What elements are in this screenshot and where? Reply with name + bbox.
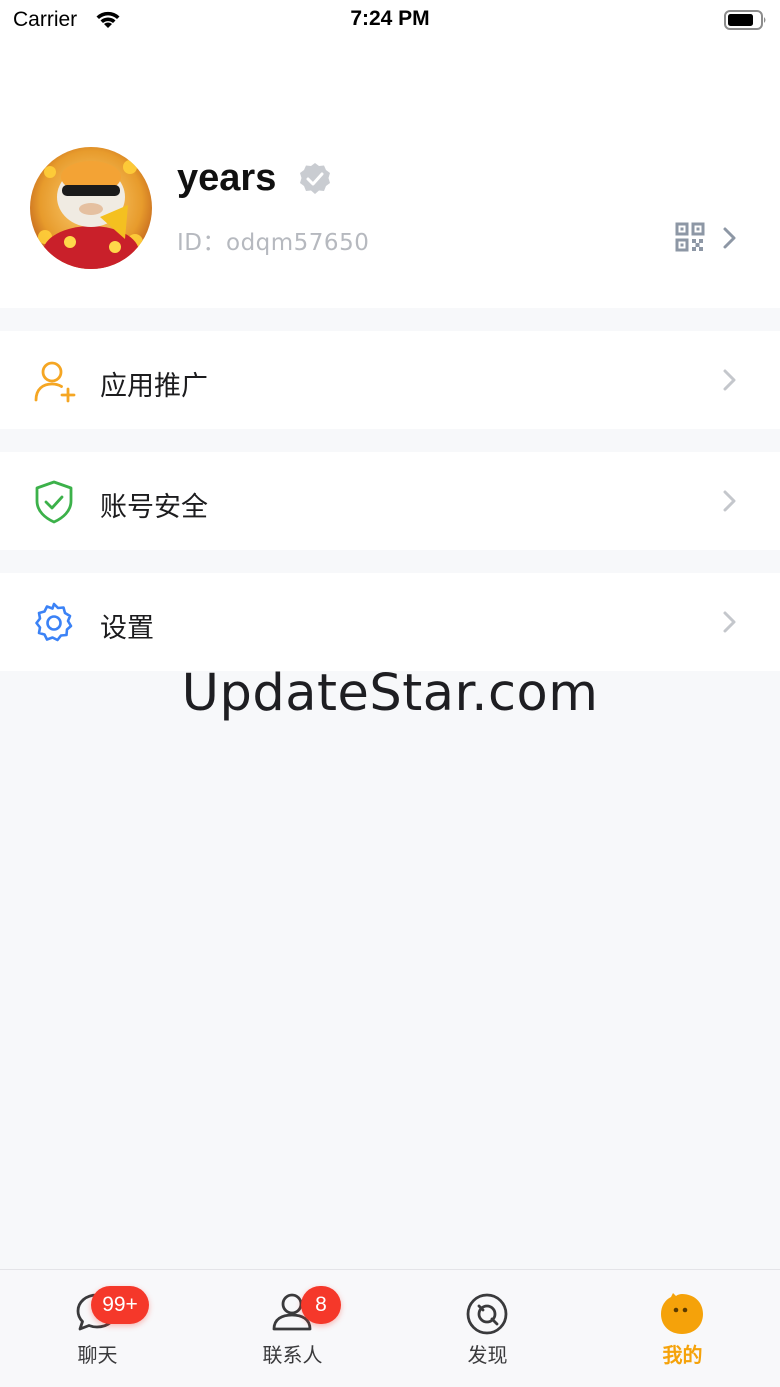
unread-badge: 99+ [91, 1286, 149, 1324]
menu-item-label: 账号安全 [100, 492, 208, 523]
mine-face-icon [661, 1293, 703, 1334]
avatar-image [30, 147, 152, 269]
watermark: UpdateStar.com [181, 664, 599, 723]
qr-code-icon[interactable] [675, 222, 705, 252]
chevron-right-icon [723, 227, 736, 249]
user-plus-icon [34, 361, 76, 403]
menu-item-settings[interactable]: 设置 [0, 573, 780, 671]
unread-badge: 8 [301, 1286, 341, 1324]
tab-label: 发现 [467, 1343, 508, 1367]
battery-icon [724, 10, 766, 30]
tab-bar: 99+ 聊天 8 联系人 发现 我的 [0, 1269, 780, 1387]
status-bar: Carrier 7:24 PM [0, 0, 780, 40]
gear-icon [35, 602, 73, 642]
chevron-right-icon [723, 490, 736, 512]
menu-item-account-security[interactable]: 账号安全 [0, 452, 780, 550]
menu-item-app-promotion[interactable]: 应用推广 [0, 331, 780, 429]
tab-discover[interactable]: 发现 [390, 1270, 585, 1387]
profile-name: years [177, 157, 277, 199]
profile-header[interactable]: years ID：odqm57650 [0, 40, 780, 308]
tab-label: 我的 [662, 1343, 703, 1367]
discover-compass-icon [466, 1293, 508, 1335]
status-time: 7:24 PM [350, 7, 430, 30]
menu-item-label: 设置 [100, 613, 154, 644]
chevron-right-icon [723, 611, 736, 633]
tab-contacts[interactable]: 8 联系人 [195, 1270, 390, 1387]
tab-mine[interactable]: 我的 [585, 1270, 780, 1387]
menu-item-label: 应用推广 [100, 371, 208, 402]
shield-check-icon [35, 480, 73, 524]
chevron-right-icon [723, 369, 736, 391]
avatar[interactable] [30, 147, 152, 269]
tab-chat[interactable]: 99+ 聊天 [0, 1270, 195, 1387]
tab-label: 联系人 [262, 1343, 323, 1367]
profile-id: ID：odqm57650 [177, 230, 370, 256]
verified-badge-icon [300, 163, 330, 194]
tab-label: 聊天 [77, 1343, 118, 1367]
